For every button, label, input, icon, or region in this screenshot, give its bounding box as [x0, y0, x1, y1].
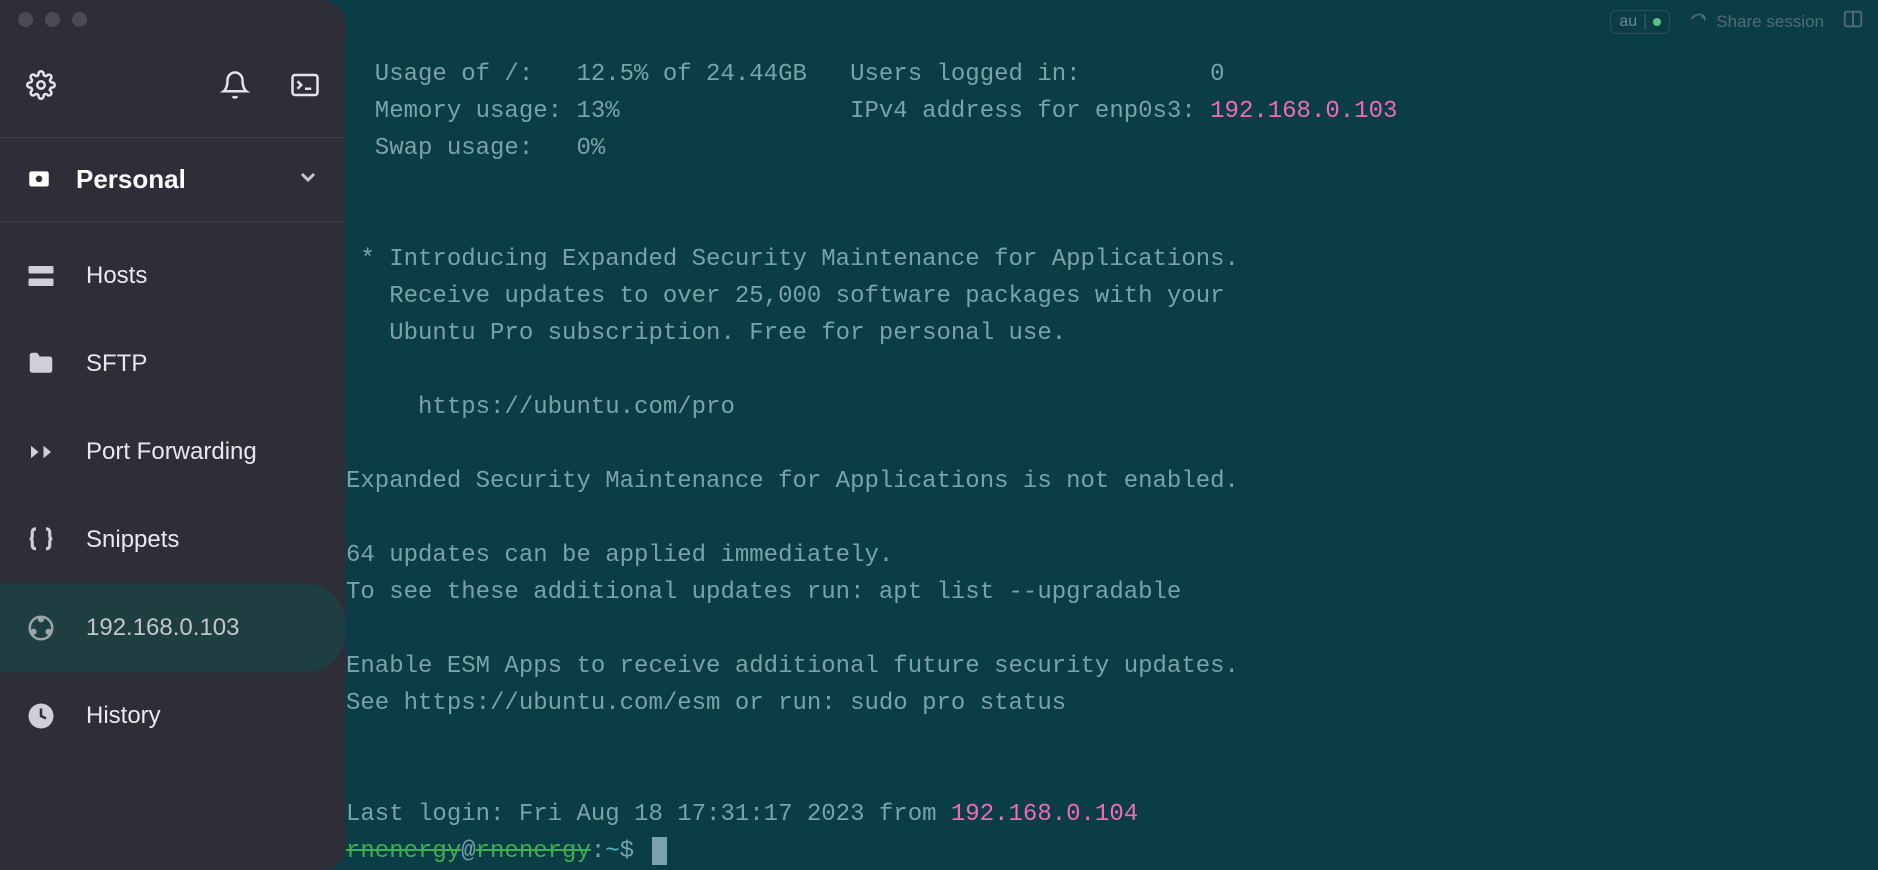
autocomplete-text: au: [1619, 13, 1637, 31]
nav-sftp[interactable]: SFTP: [0, 320, 346, 408]
terminal-icon: [290, 70, 320, 105]
nav-label: Port Forwarding: [86, 438, 257, 466]
prompt-host: rnenergy: [476, 838, 591, 865]
zoom-window-dot[interactable]: [72, 12, 87, 27]
sidebar-top-toolbar: [0, 38, 346, 138]
settings-button[interactable]: [26, 70, 56, 105]
vault-selector[interactable]: Personal: [0, 138, 346, 222]
terminal-output: Usage of /: 12.5% of 24.44GB Users logge…: [346, 0, 1878, 870]
terminal-pane[interactable]: au | Share session Usage of /: 12.5% of …: [346, 0, 1878, 870]
vault-label: Personal: [76, 164, 272, 195]
sidebar: Personal Hosts SFTP Port Forwarding: [0, 0, 346, 870]
status-dot-icon: [1653, 18, 1661, 26]
nav-hosts[interactable]: Hosts: [0, 232, 346, 320]
close-window-dot[interactable]: [18, 12, 33, 27]
split-pane-button[interactable]: [1842, 8, 1864, 35]
nav-history[interactable]: History: [0, 672, 346, 760]
last-login-ip: 192.168.0.104: [951, 801, 1138, 828]
ubuntu-icon: [26, 613, 56, 643]
nav-label: SFTP: [86, 350, 147, 378]
vault-icon: [26, 167, 52, 193]
braces-icon: [26, 525, 56, 555]
nav-label: 192.168.0.103: [86, 614, 239, 642]
nav-label: Hosts: [86, 262, 147, 290]
nav-label: Snippets: [86, 526, 179, 554]
ip-address: 192.168.0.103: [1210, 98, 1397, 125]
notifications-button[interactable]: [220, 70, 250, 105]
bell-icon: [220, 70, 250, 105]
share-session-button[interactable]: Share session: [1688, 9, 1824, 34]
autocomplete-field[interactable]: au |: [1610, 10, 1670, 34]
clock-icon: [26, 701, 56, 731]
nav-snippets[interactable]: Snippets: [0, 496, 346, 584]
nav-port-forwarding[interactable]: Port Forwarding: [0, 408, 346, 496]
new-terminal-button[interactable]: [290, 70, 320, 105]
hosts-icon: [26, 261, 56, 291]
port-forwarding-icon: [26, 437, 56, 467]
chevron-down-icon: [296, 165, 320, 194]
sidebar-nav: Hosts SFTP Port Forwarding Snippets 192.…: [0, 222, 346, 760]
cursor: [652, 837, 667, 865]
terminal-top-toolbar: au | Share session: [1610, 8, 1864, 35]
nav-active-host[interactable]: 192.168.0.103: [0, 584, 346, 672]
nav-label: History: [86, 702, 161, 730]
minimize-window-dot[interactable]: [45, 12, 60, 27]
split-icon: [1842, 8, 1864, 35]
gear-icon: [26, 70, 56, 105]
share-icon: [1688, 9, 1708, 34]
share-label: Share session: [1716, 12, 1824, 32]
folder-icon: [26, 349, 56, 379]
prompt-user: rnenergy: [346, 838, 461, 865]
window-titlebar: [0, 0, 346, 38]
